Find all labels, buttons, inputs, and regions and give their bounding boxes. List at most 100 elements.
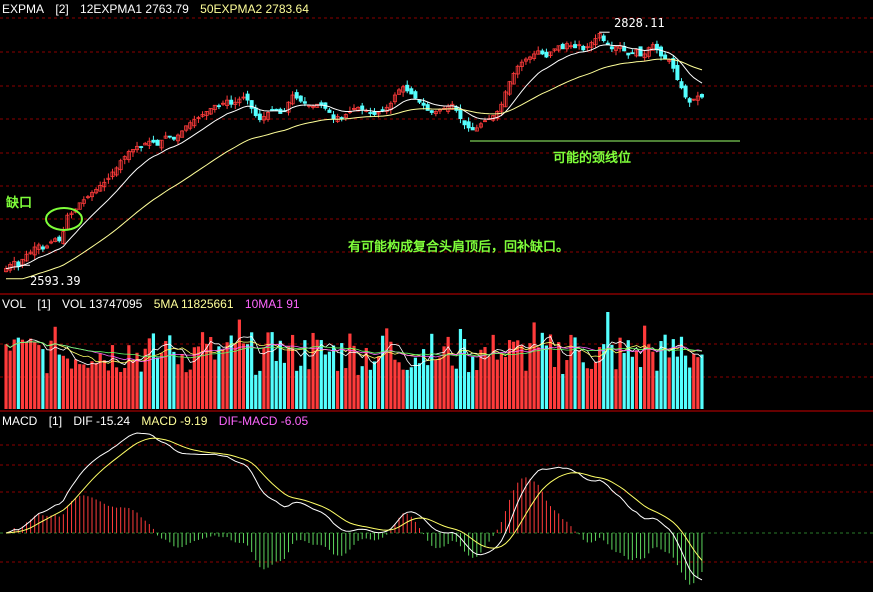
volume-bar: [683, 355, 688, 409]
volume-bar: [606, 312, 610, 409]
volume-bar: [176, 364, 180, 409]
volume-bar: [372, 361, 377, 409]
volume-bar: [344, 368, 348, 409]
volume-bar: [327, 351, 332, 409]
volume-bar: [471, 356, 475, 409]
volume-bar: [487, 356, 491, 409]
volume-bar: [700, 354, 704, 409]
candle-body: [601, 35, 606, 41]
volume-bar: [8, 350, 12, 409]
volume-bar: [467, 372, 471, 409]
volume-bar: [303, 340, 307, 409]
volume-bar: [507, 340, 512, 409]
volume-bar: [688, 367, 692, 409]
candle-body: [466, 121, 471, 129]
candle-body: [413, 91, 418, 99]
candle-body: [675, 65, 680, 81]
volume-bar: [622, 353, 626, 409]
volume-bar: [364, 347, 368, 409]
volume-bar: [679, 336, 684, 409]
volume-bar: [172, 351, 176, 409]
volume-bar: [147, 338, 151, 409]
volume-bar: [368, 369, 372, 409]
volume-bar: [610, 344, 614, 409]
volume-bar: [348, 333, 352, 409]
macd-indicator-name[interactable]: MACD: [2, 414, 37, 428]
macd-hist-label: DIF-MACD -6.05: [218, 414, 309, 428]
candle-body: [139, 146, 144, 148]
volume-bar: [82, 364, 86, 409]
volume-bar: [336, 370, 340, 409]
grid-lines: [0, 17, 873, 563]
volume-bar: [110, 345, 115, 409]
volume-bar: [29, 338, 33, 409]
volume-bar: [278, 340, 282, 409]
candle-body: [429, 110, 434, 113]
vol-ma10-label: 10MA1 91: [244, 297, 300, 311]
volume-bar: [61, 355, 65, 409]
volume-bar: [188, 369, 192, 409]
volume-bar: [393, 359, 397, 409]
volume-bar: [397, 362, 401, 409]
volume-bar: [548, 334, 553, 409]
macd-header: MACD [1] DIF -15.24 MACD -9.19 DIF-MACD …: [2, 414, 316, 428]
macd-dif-label: DIF -15.24: [73, 414, 131, 428]
candle-body: [573, 44, 578, 49]
volume-bar: [520, 344, 524, 409]
candle-body: [560, 43, 565, 50]
candle-body: [294, 92, 299, 99]
volume-bar: [131, 360, 135, 409]
candle-body: [167, 135, 172, 138]
vol-indicator-param: [1]: [37, 297, 51, 311]
candle-body: [544, 51, 549, 58]
candle-body: [687, 98, 692, 103]
volume-bar: [430, 333, 434, 409]
volume-bar: [168, 335, 172, 409]
candle-body: [16, 261, 21, 267]
volume-bar: [479, 349, 483, 409]
volume-bar: [532, 322, 536, 409]
volume-bar: [106, 370, 110, 409]
volume-bar: [323, 354, 327, 409]
volume-bar: [503, 356, 508, 409]
volume-bar: [307, 369, 311, 409]
volume-bar: [241, 343, 246, 409]
volume-bar: [237, 319, 241, 409]
price-header: EXPMA [2] 12EXPMA1 2763.79 50EXPMA2 2783…: [2, 2, 317, 16]
volume-bar: [20, 339, 25, 409]
volume-bar: [536, 347, 540, 409]
volume-bar: [196, 346, 201, 409]
volume-bar: [614, 369, 618, 409]
volume-bar: [205, 343, 209, 409]
candle-body: [581, 45, 586, 51]
volume-bar: [675, 356, 679, 409]
volume-bar: [299, 365, 303, 409]
volume-bar: [245, 344, 250, 409]
candle-body: [462, 120, 467, 126]
volume-bar: [577, 350, 581, 409]
volume-bar: [434, 359, 438, 409]
volume-bar: [94, 363, 98, 409]
gap-annotation: 缺口: [6, 196, 33, 211]
price-indicator-name[interactable]: EXPMA: [2, 2, 44, 16]
low-price-label: 2593.39: [30, 274, 81, 288]
volume-bar: [65, 358, 70, 409]
candle-body: [425, 104, 430, 111]
neckline-annotation: 可能的颈线位: [553, 151, 632, 166]
vol-indicator-name[interactable]: VOL: [2, 297, 26, 311]
macd-dif-line: [5, 432, 703, 581]
volume-bar: [41, 349, 45, 409]
candle-body: [638, 46, 643, 57]
volume-bar: [45, 373, 49, 409]
price-indicator-param: [2]: [55, 2, 69, 16]
volume-bar: [33, 342, 37, 409]
candle-body: [151, 139, 156, 143]
vol-header: VOL [1] VOL 13747095 5MA 11825661 10MA1 …: [2, 297, 308, 311]
candle-body: [605, 42, 610, 45]
volume-bar: [552, 366, 557, 409]
volume-bar: [254, 374, 258, 409]
volume-bar: [405, 369, 409, 409]
candle-body: [171, 136, 176, 140]
volume-bar: [143, 348, 147, 409]
candle-body: [257, 113, 262, 121]
